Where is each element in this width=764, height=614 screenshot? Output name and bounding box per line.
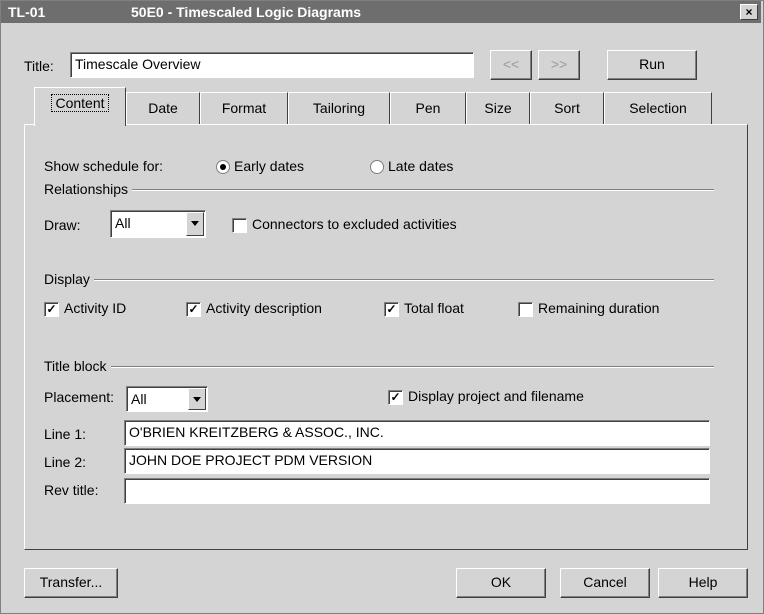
window-title: 50E0 - Timescaled Logic Diagrams	[131, 4, 362, 20]
draw-value: All	[115, 215, 131, 231]
total-float-checkbox[interactable]: ✓	[384, 302, 399, 317]
tab-content-label: Content	[51, 94, 109, 112]
tab-sort[interactable]: Sort	[530, 92, 604, 125]
help-button[interactable]: Help	[658, 568, 748, 598]
line1-input[interactable]: O'BRIEN KREITZBERG & ASSOC., INC.	[124, 420, 710, 446]
rev-title-input[interactable]	[124, 478, 710, 504]
close-icon[interactable]: ×	[740, 4, 758, 20]
activity-id-checkbox[interactable]: ✓	[44, 302, 59, 317]
early-dates-radio[interactable]	[216, 160, 230, 174]
relationships-group-label: Relationships	[44, 181, 133, 197]
line2-label: Line 2:	[44, 454, 87, 470]
tab-selection[interactable]: Selection	[604, 92, 712, 125]
early-dates-label: Early dates	[234, 158, 305, 174]
display-project-label: Display project and filename	[408, 388, 584, 404]
display-group-label: Display	[44, 271, 94, 287]
activity-description-checkbox[interactable]: ✓	[186, 302, 201, 317]
run-button[interactable]: Run	[607, 50, 697, 80]
tab-tailoring-label: Tailoring	[312, 100, 366, 116]
next-button[interactable]: >>	[538, 50, 580, 80]
relationships-group: Relationships	[44, 181, 714, 197]
tab-content[interactable]: Content	[34, 87, 126, 126]
title-label: Title:	[24, 58, 54, 74]
chevron-down-icon[interactable]	[186, 212, 204, 236]
activity-id-label: Activity ID	[64, 300, 127, 316]
ok-button[interactable]: OK	[456, 568, 546, 598]
remaining-duration-checkbox[interactable]	[518, 302, 533, 317]
previous-button[interactable]: <<	[490, 50, 532, 80]
title-input[interactable]: Timescale Overview	[70, 52, 474, 78]
line2-input[interactable]: JOHN DOE PROJECT PDM VERSION	[124, 448, 710, 474]
late-dates-label: Late dates	[388, 158, 454, 174]
total-float-label: Total float	[404, 300, 464, 316]
title-bar: TL-01 50E0 - Timescaled Logic Diagrams ×	[1, 1, 761, 23]
late-dates-radio[interactable]	[370, 160, 384, 174]
remaining-duration-label: Remaining duration	[538, 300, 660, 316]
activity-description-label: Activity description	[206, 300, 322, 316]
connectors-label: Connectors to excluded activities	[252, 216, 457, 232]
show-schedule-label: Show schedule for:	[44, 158, 164, 174]
tab-size[interactable]: Size	[466, 92, 530, 125]
tab-size-label: Size	[484, 100, 512, 116]
title-block-group-label: Title block	[44, 358, 111, 374]
chevron-down-icon[interactable]	[188, 388, 206, 410]
tab-pen-label: Pen	[415, 100, 441, 116]
display-project-checkbox[interactable]: ✓	[388, 390, 403, 405]
draw-select[interactable]: All	[110, 210, 206, 238]
connectors-checkbox[interactable]	[232, 218, 247, 233]
line1-label: Line 1:	[44, 426, 87, 442]
display-group: Display	[44, 271, 714, 287]
tab-date-label: Date	[148, 100, 178, 116]
report-id: TL-01	[8, 4, 46, 20]
placement-value: All	[131, 391, 147, 407]
placement-select[interactable]: All	[126, 386, 208, 412]
placement-label: Placement:	[44, 389, 115, 405]
tab-pen[interactable]: Pen	[390, 92, 466, 125]
cancel-button[interactable]: Cancel	[560, 568, 650, 598]
tab-date[interactable]: Date	[126, 92, 200, 125]
tab-selection-label: Selection	[629, 100, 687, 116]
draw-label: Draw:	[44, 217, 81, 233]
tab-format-label: Format	[221, 100, 267, 116]
tab-format[interactable]: Format	[200, 92, 288, 125]
rev-title-label: Rev title:	[44, 482, 99, 498]
title-block-group: Title block	[44, 358, 714, 374]
tab-tailoring[interactable]: Tailoring	[288, 92, 390, 125]
tab-sort-label: Sort	[554, 100, 580, 116]
transfer-button[interactable]: Transfer...	[24, 568, 118, 598]
